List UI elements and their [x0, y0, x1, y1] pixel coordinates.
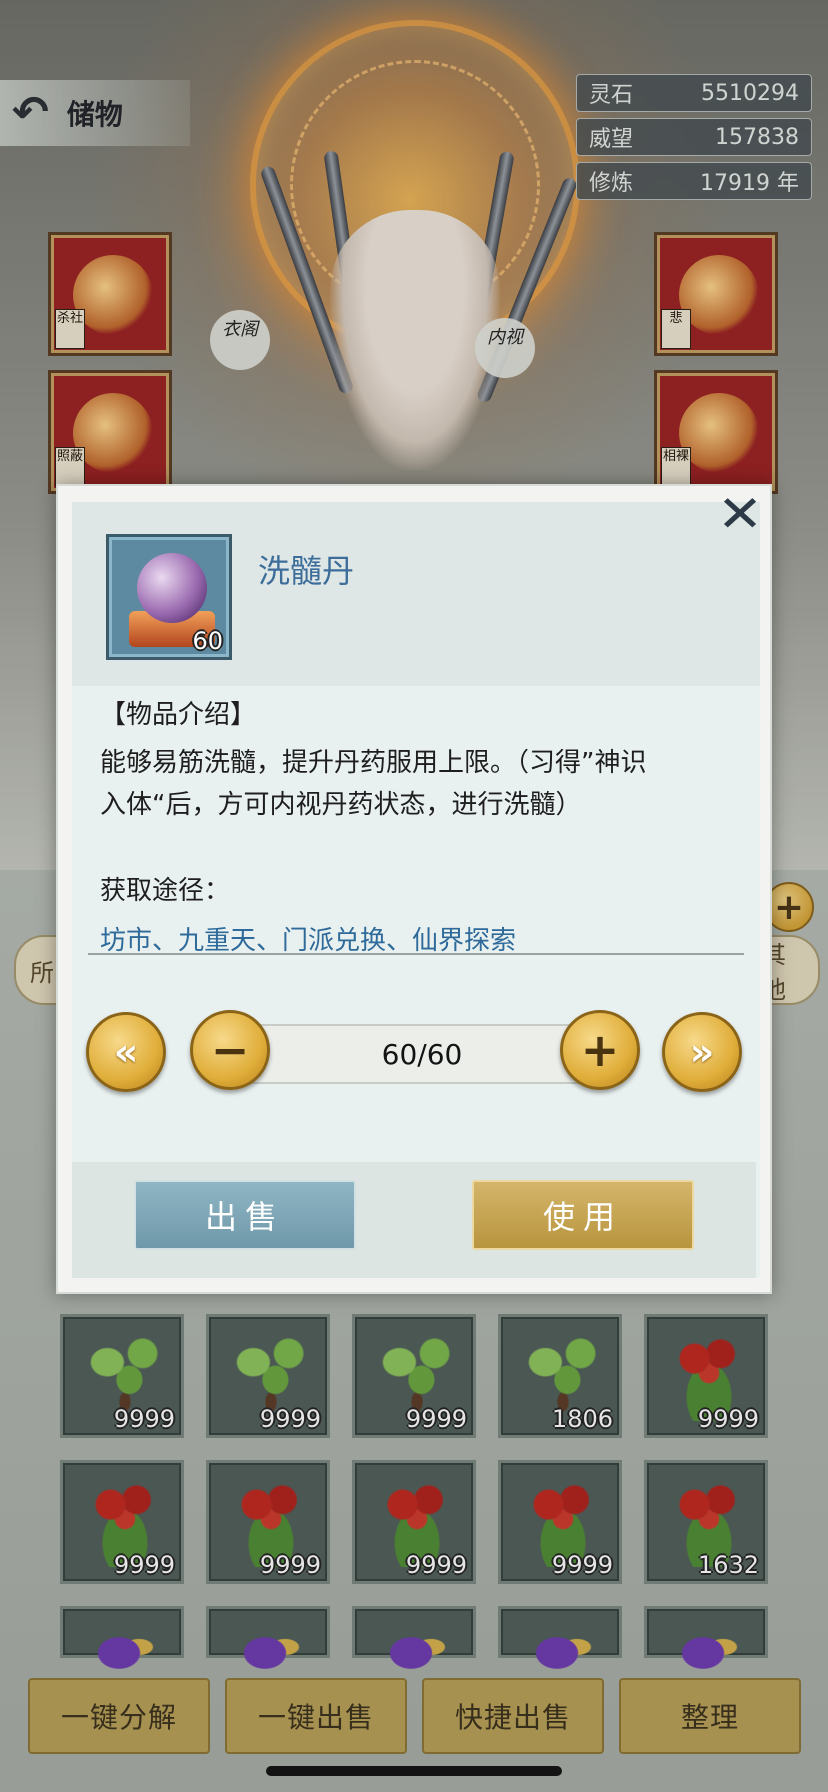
- sell-button-label: 出售: [204, 1198, 285, 1236]
- minus-icon: −: [210, 1023, 250, 1077]
- use-button-label: 使用: [542, 1198, 623, 1236]
- item-icon: 60: [106, 534, 232, 660]
- source-title: 获取途径：: [100, 876, 231, 906]
- source-list: 坊市、九重天、门派兑换、仙界探索: [100, 926, 517, 956]
- close-icon[interactable]: ✕: [709, 486, 771, 542]
- plus-icon: +: [580, 1023, 620, 1077]
- item-name: 洗髓丹: [258, 552, 355, 590]
- item-count: 60: [192, 627, 223, 655]
- max-quantity-button[interactable]: »: [662, 1012, 742, 1092]
- intro-title: 【物品介绍】: [100, 700, 257, 730]
- double-chevron-left-icon: «: [113, 1030, 139, 1074]
- increase-quantity-button[interactable]: +: [560, 1010, 640, 1090]
- quantity-value: 60/60: [381, 1037, 463, 1071]
- intro-line-1: 能够易筋洗髓，提升丹药服用上限。（习得”神识: [100, 748, 647, 778]
- sell-button[interactable]: 出售: [134, 1180, 356, 1250]
- decrease-quantity-button[interactable]: −: [190, 1010, 270, 1090]
- marrow-pill-icon: [137, 553, 207, 623]
- min-quantity-button[interactable]: «: [86, 1012, 166, 1092]
- quantity-display: 60/60: [250, 1024, 594, 1084]
- intro-line-2: 入体“后，方可内视丹药状态，进行洗髓）: [100, 790, 582, 820]
- divider: [88, 953, 744, 955]
- use-button[interactable]: 使用: [472, 1180, 694, 1250]
- double-chevron-right-icon: »: [689, 1030, 715, 1074]
